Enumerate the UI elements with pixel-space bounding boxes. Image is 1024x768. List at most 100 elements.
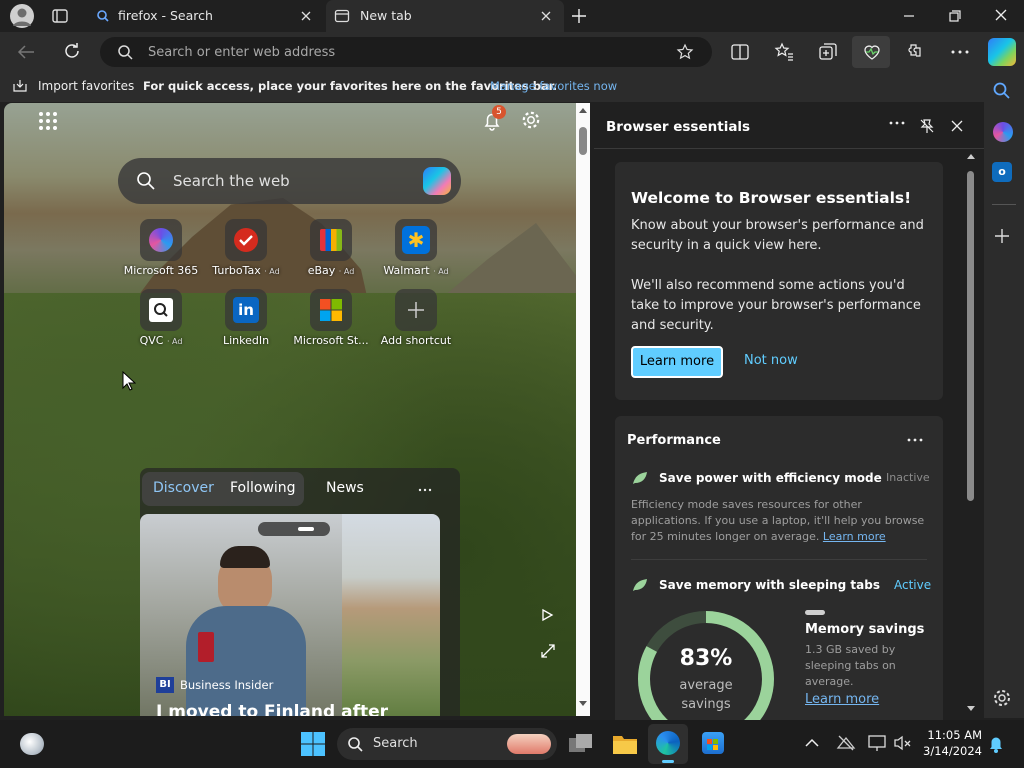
turbotax-icon (225, 219, 267, 261)
efficiency-status: Inactive (886, 471, 930, 484)
app-launcher-icon[interactable] (38, 111, 58, 131)
tab-new-tab[interactable]: New tab (326, 0, 564, 32)
edge-taskbar-button[interactable] (648, 724, 688, 764)
file-explorer-icon[interactable] (612, 732, 638, 756)
shortcut-microsoft-store[interactable]: Microsoft St... (287, 287, 375, 351)
close-tab-icon[interactable] (538, 8, 554, 24)
news-headline[interactable]: I moved to Finland after (156, 702, 388, 716)
feed-tab-discover[interactable]: Discover (153, 480, 214, 496)
news-image-city (342, 514, 440, 716)
learn-more-button[interactable]: Learn more (631, 346, 723, 378)
microsoft-365-icon (140, 219, 182, 261)
taskbar-search[interactable]: Search (337, 728, 557, 760)
web-search-box[interactable] (118, 158, 461, 204)
windows-start-icon[interactable] (300, 731, 326, 757)
memory-learn-more-link[interactable]: Learn more (805, 692, 879, 707)
active-indicator (662, 760, 674, 763)
qvc-icon (140, 289, 182, 331)
new-tab-scrollbar[interactable] (576, 103, 590, 716)
news-card[interactable]: BI Business Insider I moved to Finland a… (140, 514, 440, 716)
play-icon[interactable] (540, 608, 554, 622)
add-sidebar-app-icon[interactable] (993, 227, 1011, 245)
import-favorites-button[interactable]: Import favorites (38, 79, 134, 93)
shortcut-microsoft-365[interactable]: Microsoft 365 (117, 217, 205, 281)
tab-firefox-search[interactable]: firefox - Search (84, 0, 322, 32)
extensions-icon[interactable] (903, 39, 929, 65)
welcome-paragraph-2: We'll also recommend some actions you'd … (631, 278, 921, 333)
manage-favorites-link[interactable]: Manage favorites now (490, 79, 617, 93)
carousel-indicator[interactable] (258, 522, 330, 536)
outlook-icon[interactable]: o (992, 162, 1012, 182)
clock[interactable]: 11:05 AM 3/14/2024 (910, 727, 982, 759)
panel-scrollbar-thumb[interactable] (967, 171, 974, 501)
scrollbar-thumb[interactable] (579, 127, 587, 155)
favorites-icon[interactable] (771, 39, 797, 65)
shortcut-qvc[interactable]: QVC · Ad (117, 287, 205, 351)
ebay-bag-icon (310, 219, 352, 261)
unpin-icon[interactable] (919, 118, 935, 134)
tab-actions-icon[interactable] (50, 6, 70, 26)
clock-time: 11:05 AM (927, 728, 982, 742)
minimize-icon[interactable] (900, 8, 918, 24)
collections-icon[interactable] (815, 39, 841, 65)
web-search-input[interactable] (173, 171, 393, 191)
expand-icon[interactable] (540, 643, 556, 659)
shortcut-name: LinkedIn (222, 334, 270, 347)
split-screen-icon[interactable] (727, 39, 753, 65)
favorite-star-icon[interactable] (676, 43, 694, 61)
efficiency-title[interactable]: Save power with efficiency mode (659, 471, 882, 485)
panel-divider (594, 148, 984, 149)
close-window-icon[interactable] (992, 8, 1010, 24)
refresh-icon[interactable] (59, 39, 85, 65)
publisher-logo: BI (156, 677, 174, 693)
toolbar (0, 32, 1024, 71)
search-highlight-icon (507, 734, 551, 754)
tab-label: firefox - Search (118, 8, 213, 23)
address-bar[interactable] (100, 37, 712, 67)
tab-label: New tab (360, 8, 412, 23)
page-settings-gear-icon[interactable] (520, 109, 542, 131)
microsoft-store-icon[interactable] (702, 732, 724, 754)
feed-more-icon[interactable] (418, 487, 432, 493)
feed-tab-following[interactable]: Following (230, 480, 296, 496)
panel-more-icon[interactable] (889, 120, 905, 126)
address-input[interactable] (148, 44, 648, 60)
not-now-button[interactable]: Not now (744, 353, 798, 368)
microsoft-365-icon[interactable] (993, 122, 1013, 142)
profile-avatar[interactable] (10, 4, 34, 28)
browser-essentials-button[interactable] (852, 36, 890, 68)
shortcut-walmart[interactable]: ✱ Walmart · Ad (372, 217, 460, 281)
sleeping-tabs-title[interactable]: Save memory with sleeping tabs (659, 578, 880, 592)
edge-icon (656, 731, 680, 755)
publisher-name: Business Insider (180, 678, 274, 692)
heart-pulse-icon (864, 45, 880, 60)
shortcut-linkedin[interactable]: in LinkedIn (202, 287, 290, 351)
performance-title: Performance (627, 433, 721, 448)
back-icon[interactable] (14, 39, 40, 65)
task-view-icon[interactable] (568, 732, 594, 756)
import-icon (13, 80, 27, 92)
more-menu-icon[interactable] (947, 39, 973, 65)
feed-tab-news[interactable]: News (326, 480, 364, 496)
show-hidden-icons-chevron-icon[interactable] (804, 736, 820, 750)
efficiency-learn-more-link[interactable]: Learn more (823, 530, 886, 543)
close-tab-icon[interactable] (298, 8, 314, 24)
shortcut-ebay[interactable]: eBay · Ad (287, 217, 375, 281)
performance-more-icon[interactable] (907, 437, 923, 443)
restore-icon[interactable] (946, 8, 964, 24)
notification-bell-icon[interactable] (987, 734, 1005, 754)
shortcut-turbotax[interactable]: TurboTax · Ad (202, 217, 290, 281)
add-shortcut-plus-icon (395, 289, 437, 331)
network-off-icon[interactable] (836, 734, 856, 752)
sidebar-settings-gear-icon[interactable] (992, 688, 1012, 708)
panel-scrollbar[interactable] (965, 151, 977, 716)
close-panel-icon[interactable] (949, 118, 965, 134)
copilot-icon[interactable] (988, 38, 1016, 66)
copilot-icon[interactable] (423, 167, 451, 195)
shortcut-add[interactable]: Add shortcut (372, 287, 460, 351)
search-icon[interactable] (992, 81, 1012, 101)
weather-widget-icon[interactable] (20, 733, 44, 755)
display-icon[interactable] (868, 734, 888, 752)
welcome-title: Welcome to Browser essentials! (631, 189, 912, 207)
new-tab-plus-icon[interactable] (570, 7, 588, 25)
